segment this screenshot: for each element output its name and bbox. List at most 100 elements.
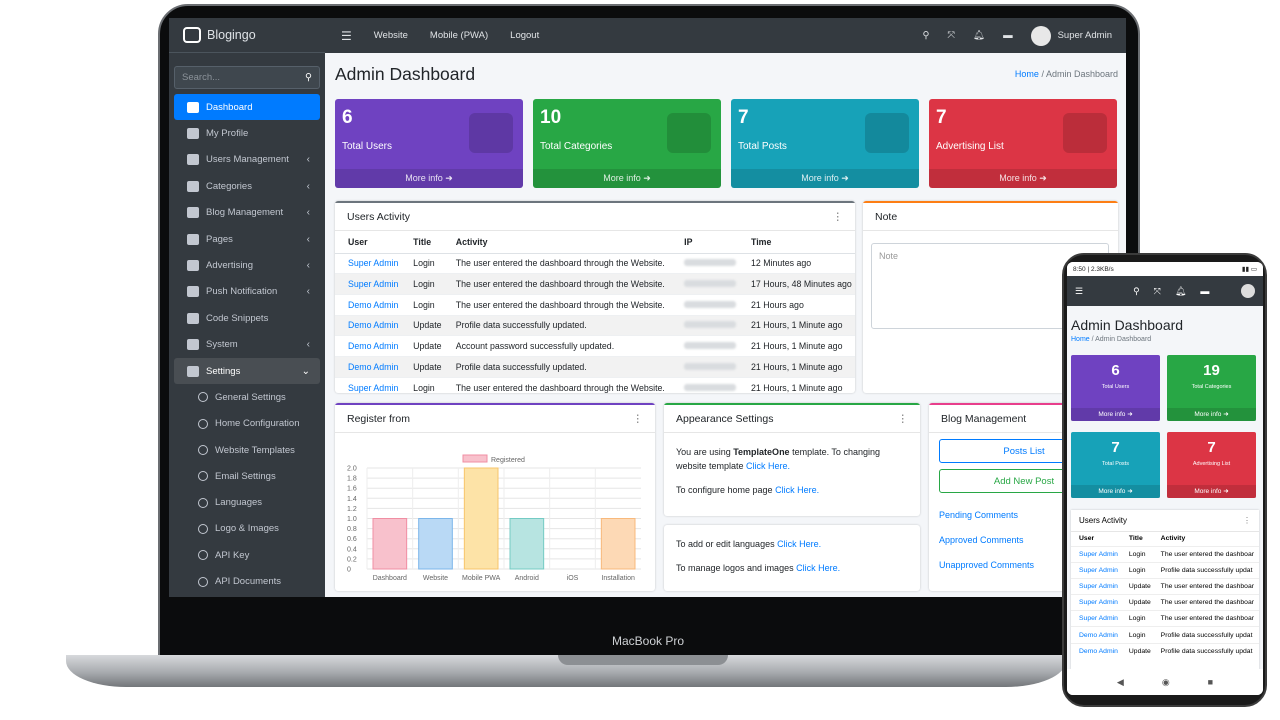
sidebar-item-dashboard[interactable]: Dashboard xyxy=(174,94,320,121)
y-tick-label: 0 xyxy=(347,567,351,574)
back-icon[interactable]: ◀ xyxy=(1117,677,1124,688)
stat-box-total-posts: 7 Total Posts More info ➜ xyxy=(731,99,919,188)
avatar[interactable] xyxy=(1241,284,1255,298)
user-link[interactable]: Demo Admin xyxy=(335,293,401,316)
submenu-item-api-documents[interactable]: API Documents xyxy=(169,568,325,594)
y-tick-label: 1.4 xyxy=(347,496,357,503)
more-info-link[interactable]: More info ➜ xyxy=(533,169,721,188)
stat-label: Total Posts xyxy=(738,141,787,152)
search-icon[interactable]: ⚲ xyxy=(305,72,312,83)
user-link[interactable]: Super Admin xyxy=(1071,610,1121,627)
sidebar-item-blog-management[interactable]: Blog Management ‹ xyxy=(174,200,320,226)
submenu-item-api-key[interactable]: API Key xyxy=(169,542,325,568)
kebab-icon[interactable]: ⋮ xyxy=(633,413,644,425)
fullscreen-icon[interactable]: ⤧ xyxy=(947,30,955,41)
fullscreen-icon[interactable]: ⤧ xyxy=(1154,286,1161,297)
user-menu[interactable]: Super Admin xyxy=(1030,25,1112,46)
user-link[interactable]: Demo Admin xyxy=(1071,626,1121,644)
home-config-link[interactable]: Click Here. xyxy=(775,485,819,495)
kebab-icon[interactable]: ⋮ xyxy=(1243,510,1251,532)
user-link[interactable]: Super Admin xyxy=(335,376,401,393)
more-info-link[interactable]: More info ➜ xyxy=(929,169,1117,188)
blog-icon xyxy=(187,207,199,219)
sidebar-item-push-notification[interactable]: Push Notification ‹ xyxy=(174,279,320,305)
title-cell: Login xyxy=(1120,626,1153,644)
time-cell: 21 Hours, 1 Minute ago xyxy=(738,376,855,393)
submenu-item-email-settings[interactable]: Email Settings xyxy=(169,463,325,489)
template-click-here-link[interactable]: Click Here. xyxy=(746,461,790,471)
avatar xyxy=(1030,25,1051,46)
stat-icon xyxy=(1063,113,1107,153)
more-info-link[interactable]: More info ➜ xyxy=(1071,485,1160,498)
flag-icon[interactable]: ▬ xyxy=(1200,286,1209,296)
sidebar-item-advertising[interactable]: Advertising ‹ xyxy=(174,252,320,278)
user-link[interactable]: Super Admin xyxy=(1071,545,1121,563)
menu-toggle-icon[interactable]: ☰ xyxy=(1075,286,1083,297)
user-link[interactable]: Demo Admin xyxy=(335,355,401,378)
more-info-link[interactable]: More info ➜ xyxy=(1167,485,1256,498)
brand[interactable]: Blogingo xyxy=(169,18,325,53)
kebab-icon[interactable]: ⋮ xyxy=(833,211,844,223)
sidebar-item-system[interactable]: System ‹ xyxy=(174,332,320,358)
sidebar-item-pages[interactable]: Pages ‹ xyxy=(174,226,320,252)
time-cell: 12 Minutes ago xyxy=(738,252,855,274)
breadcrumb-current: Admin Dashboard xyxy=(1095,336,1152,343)
submenu-item-languages[interactable]: Languages xyxy=(169,489,325,515)
stat-icon xyxy=(469,113,513,153)
phone-navbar: ☰ ⚲ ⤧ 🔔︎ ▬ xyxy=(1067,276,1263,306)
submenu-item-home-configuration[interactable]: Home Configuration xyxy=(169,411,325,437)
nav-link-mobile[interactable]: Mobile (PWA) xyxy=(430,30,488,41)
more-info-link[interactable]: More info ➜ xyxy=(1167,408,1256,421)
time-cell: 21 Hours, 1 Minute ago xyxy=(738,314,855,336)
user-link[interactable]: Super Admin xyxy=(335,273,401,295)
ip-cell xyxy=(671,376,739,393)
sidebar-item-categories[interactable]: Categories ‹ xyxy=(174,173,320,199)
more-info-link[interactable]: More info ➜ xyxy=(1071,408,1160,421)
menu-toggle-icon[interactable]: ☰ xyxy=(341,29,352,43)
logos-link[interactable]: Click Here. xyxy=(796,563,840,573)
stat-icon xyxy=(865,113,909,153)
user-link[interactable]: Super Admin xyxy=(1071,577,1121,595)
user-link[interactable]: Demo Admin xyxy=(335,314,401,336)
time-cell: 21 Hours ago xyxy=(738,293,855,316)
bell-icon[interactable]: 🔔︎ xyxy=(973,30,985,41)
submenu-item-website-templates[interactable]: Website Templates xyxy=(169,437,325,463)
search-icon[interactable]: ⚲ xyxy=(1133,286,1140,297)
user-link[interactable]: Super Admin xyxy=(1071,561,1121,579)
home-icon[interactable]: ◉ xyxy=(1162,677,1170,688)
sidebar-item-settings[interactable]: Settings ⌄ xyxy=(174,357,320,385)
sidebar-item-label: Users Management xyxy=(206,154,289,166)
user-link[interactable]: Demo Admin xyxy=(335,335,401,357)
recents-icon[interactable]: ■ xyxy=(1208,677,1213,687)
ip-cell xyxy=(671,293,739,316)
nav-link-website[interactable]: Website xyxy=(374,30,408,41)
card-title: Users Activity xyxy=(1079,516,1128,525)
bell-icon[interactable]: 🔔︎ xyxy=(1175,286,1186,297)
user-link[interactable]: Demo Admin xyxy=(1071,642,1121,660)
y-tick-label: 1.0 xyxy=(347,516,357,523)
table-row: Super Admin Update The user entered the da… xyxy=(1071,594,1259,611)
user-link[interactable]: Super Admin xyxy=(1071,594,1121,611)
more-info-link[interactable]: More info ➜ xyxy=(335,169,523,188)
kebab-icon[interactable]: ⋮ xyxy=(898,413,909,425)
more-info-link[interactable]: More info ➜ xyxy=(731,169,919,188)
register-from-card: Register from ⋮ Registered 2.0 1.8 1.6 1.4 1.… xyxy=(335,403,655,591)
submenu-item-logo-images[interactable]: Logo & Images xyxy=(169,516,325,542)
sidebar-item-my-profile[interactable]: My Profile xyxy=(174,120,320,146)
breadcrumb-home[interactable]: Home xyxy=(1015,69,1039,79)
search-input[interactable]: Search... ⚲ xyxy=(174,66,320,89)
submenu-item-general-settings[interactable]: General Settings xyxy=(169,384,325,410)
breadcrumb-home[interactable]: Home xyxy=(1071,336,1090,343)
blurred-ip xyxy=(684,383,737,391)
nav-link-logout[interactable]: Logout xyxy=(510,30,539,41)
languages-link[interactable]: Click Here. xyxy=(777,539,821,549)
table-row: Super Admin Login The user entered the das… xyxy=(1071,610,1259,627)
user-link[interactable]: Super Admin xyxy=(335,252,401,274)
search-icon[interactable]: ⚲ xyxy=(922,30,929,41)
sidebar-item-users-management[interactable]: Users Management ‹ xyxy=(174,147,320,173)
laptop-screen: Blogingo Search... ⚲ Dashboard My Profile… xyxy=(169,18,1126,597)
sidebar-item-code-snippets[interactable]: Code Snippets xyxy=(174,305,320,331)
title-cell: Update xyxy=(1120,594,1153,611)
flag-icon[interactable]: ▬ xyxy=(1003,30,1013,41)
activity-table: User Title Activity IP Time Super Admin Login… xyxy=(335,231,855,393)
